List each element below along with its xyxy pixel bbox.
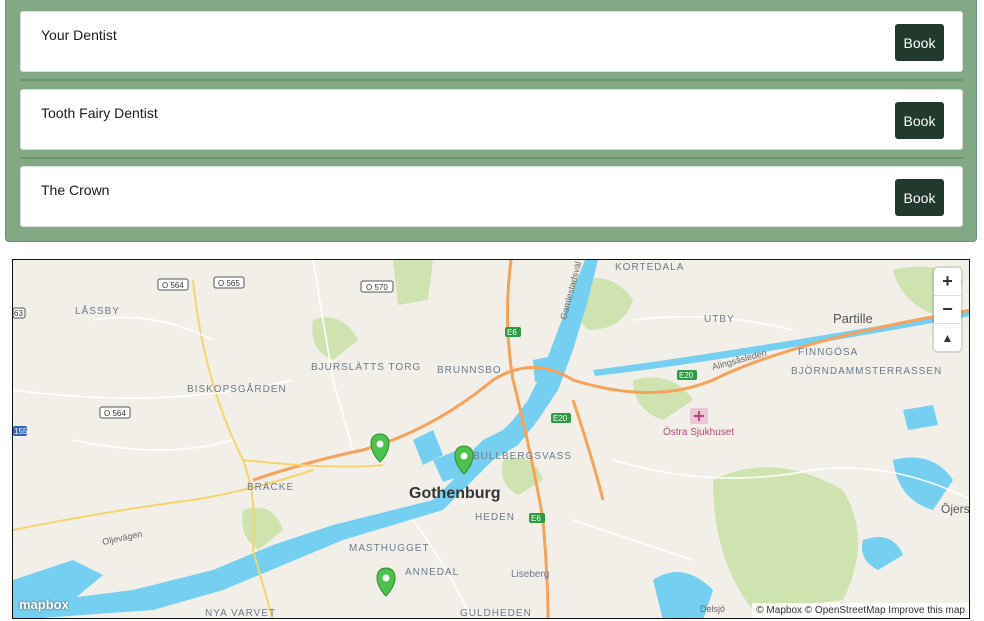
map-label: LÅSSBY (75, 304, 120, 317)
book-button[interactable]: Book (895, 102, 944, 139)
map-label: BULLBERGSVASS (473, 451, 572, 462)
clinic-row: Tooth Fairy Dentist Book (20, 89, 963, 150)
mapbox-logo[interactable]: mapbox (19, 597, 69, 612)
map-label: Oljevägen (101, 529, 143, 547)
clinic-list-panel: Your Dentist Book Tooth Fairy Dentist Bo… (5, 0, 977, 242)
map-label: BRUNNSBO (437, 365, 502, 376)
map-pin-dot (382, 574, 390, 582)
map-pin-dot (460, 452, 468, 460)
map-label: ANNEDAL (405, 567, 459, 578)
map-label: Delsjö (700, 604, 725, 614)
map-label: NYA VARVET (205, 608, 276, 619)
book-button[interactable]: Book (895, 24, 944, 61)
clinic-name: Tooth Fairy Dentist (41, 105, 158, 121)
clinic-row: Your Dentist Book (20, 11, 963, 72)
map-view[interactable]: KORTEDALA LÅSSBY UTBY Partille BJURSLÄTT… (12, 259, 970, 619)
map-label: KORTEDALA (615, 262, 684, 273)
clinic-name: The Crown (41, 182, 110, 198)
map-attribution[interactable]: © Mapbox © OpenStreetMap Improve this ma… (752, 603, 969, 618)
map-label: Östra Sjukhuset (663, 426, 734, 438)
row-divider (20, 79, 963, 81)
road-shield: E6 (531, 514, 541, 523)
zoom-controls: + − ▲ (934, 268, 961, 351)
clinic-name: Your Dentist (41, 27, 117, 43)
road-shield: O 570 (366, 283, 388, 292)
map-pin-icon[interactable] (376, 567, 396, 597)
road-shield: E6 (507, 328, 517, 337)
map-label: BJURSLÄTTS TORG (311, 361, 421, 373)
map-label: GULDHEDEN (460, 608, 532, 619)
map-label: FINNGÖSA (798, 346, 858, 358)
hospital-icon (690, 408, 708, 424)
road-shield: E20 (679, 371, 694, 380)
road-shield: E20 (553, 414, 568, 423)
road-shield: O 565 (218, 279, 240, 288)
map-pin-icon[interactable] (370, 433, 390, 463)
map-label: HEDEN (475, 512, 515, 523)
compass-icon[interactable]: ▲ (934, 324, 961, 351)
map-label: BRÄCKE (247, 481, 294, 493)
map-canvas[interactable]: KORTEDALA LÅSSBY UTBY Partille BJURSLÄTT… (13, 260, 970, 619)
road-shield: 155 (14, 427, 28, 436)
road-shield: O 564 (162, 281, 184, 290)
city-label: Gothenburg (409, 485, 501, 502)
book-button[interactable]: Book (895, 179, 944, 216)
map-label: MASTHUGGET (349, 543, 430, 554)
map-label: BISKOPSGÅRDEN (187, 382, 287, 395)
road-shield: 63 (14, 309, 23, 318)
map-label: Partille (833, 311, 873, 326)
map-label: UTBY (704, 314, 735, 325)
zoom-out-button[interactable]: − (934, 296, 961, 324)
road-shield: O 564 (104, 409, 126, 418)
map-pin-dot (376, 440, 384, 448)
map-label: BJÖRNDAMMSTERRASSEN (791, 365, 942, 377)
row-divider (20, 157, 963, 159)
map-label: Liseberg (511, 569, 549, 580)
zoom-in-button[interactable]: + (934, 268, 961, 296)
clinic-row: The Crown Book (20, 166, 963, 227)
map-label: Öjers (941, 502, 970, 516)
